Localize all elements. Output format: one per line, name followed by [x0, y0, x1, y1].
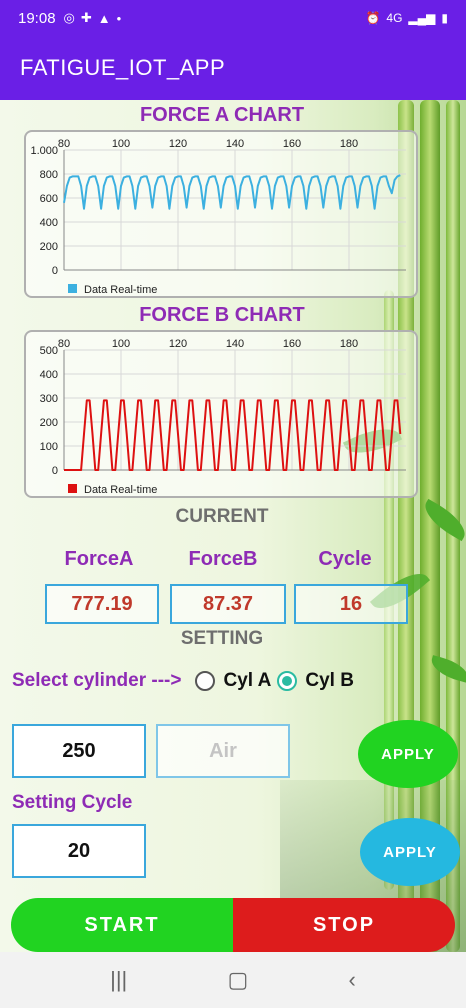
x-tick-label: 80 — [58, 138, 70, 150]
warning-icon: ▲ — [97, 10, 111, 26]
x-tick-label: 120 — [169, 338, 187, 350]
series-line — [64, 399, 402, 471]
current-heading: CURRENT — [175, 506, 269, 527]
radio-cyl-a[interactable]: Cyl A — [195, 670, 271, 692]
force-b-chart-svg: 80 100 120 140 160 180 0 100 200 300 400 500 Data Re… — [40, 338, 406, 496]
x-tick-label: 140 — [226, 338, 244, 350]
start-button[interactable]: START — [11, 898, 233, 952]
radio-cyl-b-label: Cyl B — [305, 670, 354, 691]
radio-cyl-a-label: Cyl A — [223, 670, 272, 691]
app-title: FATIGUE_IOT_APP — [20, 55, 226, 80]
stop-button[interactable]: STOP — [233, 898, 455, 952]
legend-swatch — [68, 284, 77, 293]
legend-swatch — [68, 484, 77, 493]
home-icon[interactable]: ▢ — [228, 967, 249, 993]
air-input[interactable]: Air — [156, 724, 290, 778]
battery-icon: ▮ — [441, 11, 448, 25]
legend-label: Data Real-time — [84, 484, 157, 496]
force-a-chart-svg: 80 100 120 140 160 180 0 200 400 600 800 1.000 Data … — [30, 138, 406, 296]
cycle-value: 16 — [294, 584, 408, 624]
cylinder-select-row: Select cylinder ---> Cyl A Cyl B — [12, 670, 360, 692]
x-tick-label: 160 — [283, 338, 301, 350]
legend-label: Data Real-time — [84, 284, 157, 296]
y-tick-label: 500 — [40, 345, 58, 357]
recent-apps-icon[interactable]: ||| — [110, 967, 127, 993]
system-nav-bar: ||| ▢ ‹ — [0, 952, 466, 1008]
status-bar: 19:08 ◎ ✚ ▲ • ⏰ 4G ▂▄▆ ▮ — [0, 0, 466, 36]
x-tick-label: 100 — [112, 138, 130, 150]
cycle-setting-input[interactable]: 20 — [12, 824, 146, 878]
force-setting-input[interactable]: 250 — [12, 724, 146, 778]
x-tick-label: 180 — [340, 338, 358, 350]
apply-button[interactable]: APPLY — [358, 720, 458, 788]
y-tick-label: 200 — [40, 241, 58, 253]
y-tick-label: 400 — [40, 369, 58, 381]
apply-cycle-button[interactable]: APPLY — [360, 818, 460, 886]
cycle-label: Cycle — [318, 548, 372, 570]
y-tick-label: 800 — [40, 169, 58, 181]
x-tick-label: 80 — [58, 338, 70, 350]
select-cylinder-label: Select cylinder ---> — [12, 670, 182, 691]
main-content: FORCE A CHART 80 100 120 140 160 180 0 200 400 60… — [0, 100, 466, 952]
forceb-value: 87.37 — [170, 584, 286, 624]
app-bar: FATIGUE_IOT_APP — [0, 36, 466, 100]
setting-cycle-label: Setting Cycle — [12, 792, 133, 813]
y-tick-label: 0 — [52, 465, 58, 477]
status-time: 19:08 — [18, 9, 56, 27]
x-tick-label: 100 — [112, 338, 130, 350]
back-icon[interactable]: ‹ — [349, 967, 356, 993]
radio-checked-icon — [277, 671, 298, 691]
y-tick-label: 200 — [40, 417, 58, 429]
force-a-chart-title: FORCE A CHART — [139, 104, 305, 126]
series-line — [63, 174, 401, 210]
y-tick-label: 0 — [52, 265, 58, 277]
y-tick-label: 400 — [40, 217, 58, 229]
y-tick-label: 300 — [40, 393, 58, 405]
force-a-chart: 80 100 120 140 160 180 0 200 400 600 800 1.000 Data … — [24, 130, 418, 298]
x-tick-label: 120 — [169, 138, 187, 150]
signal-icon: ▂▄▆ — [408, 11, 436, 25]
forcea-label: ForceA — [64, 548, 134, 570]
y-tick-label: 100 — [40, 441, 58, 453]
y-tick-label: 1.000 — [30, 145, 58, 157]
radio-cyl-b[interactable]: Cyl B — [277, 670, 354, 692]
dot-icon: • — [116, 10, 122, 26]
x-tick-label: 180 — [340, 138, 358, 150]
y-tick-label: 600 — [40, 193, 58, 205]
alarm-icon: ⏰ — [365, 11, 381, 25]
setting-heading: SETTING — [180, 628, 264, 649]
whatsapp-icon: ◎ — [63, 10, 75, 25]
force-b-chart-title: FORCE B CHART — [139, 304, 305, 326]
radio-unchecked-icon — [195, 671, 216, 691]
x-tick-label: 140 — [226, 138, 244, 150]
network-label: 4G — [386, 11, 403, 25]
forceb-label: ForceB — [188, 548, 258, 570]
x-tick-label: 160 — [283, 138, 301, 150]
puzzle-icon: ✚ — [80, 10, 92, 25]
forcea-value: 777.19 — [45, 584, 159, 624]
force-b-chart: 80 100 120 140 160 180 0 100 200 300 400 500 Data Re… — [24, 330, 418, 498]
